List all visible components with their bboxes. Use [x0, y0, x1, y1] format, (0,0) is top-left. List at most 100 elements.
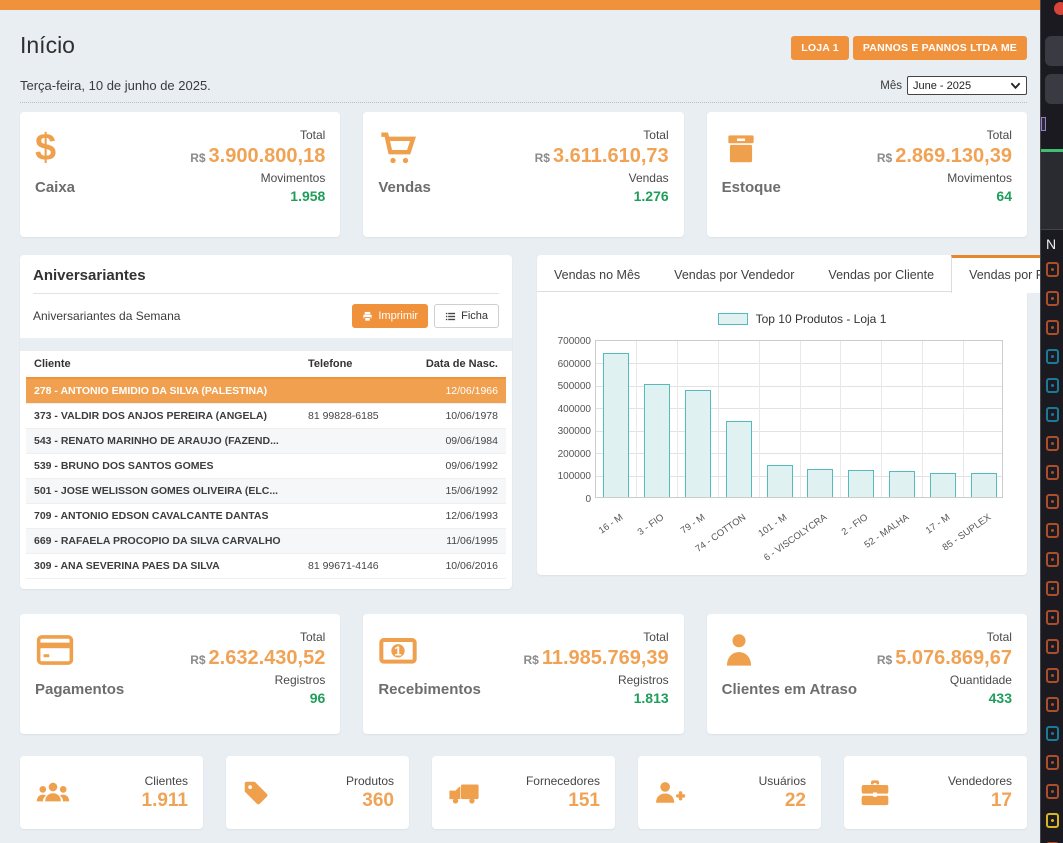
bar-74 - COTTON: [726, 421, 752, 497]
dollar-icon: $: [35, 125, 75, 171]
birthday-row-5[interactable]: 709 - ANTONIO EDSON CAVALCANTE DANTAS12/…: [26, 504, 506, 529]
cell-cliente: 501 - JOSE WELISSON GOMES OLIVEIRA (ELC.…: [34, 485, 308, 497]
gridline: [922, 341, 923, 497]
birthday-row-0[interactable]: 278 - ANTONIO EMIDIO DA SILVA (PALESTINA…: [26, 379, 506, 404]
mini-vendedores-value: 17: [948, 790, 1012, 812]
mini-clientes-value: 1.911: [142, 790, 189, 812]
background-file-icon: [1046, 262, 1059, 277]
tab-vendas-no-mês[interactable]: Vendas no Mês: [537, 255, 657, 291]
store-button[interactable]: LOJA 1: [791, 36, 849, 60]
mini-card-fornecedores: Fornecedores 151: [432, 756, 615, 829]
current-date: Terça-feira, 10 de junho de 2025.: [20, 78, 211, 93]
background-file-icon: [1046, 784, 1059, 799]
background-file-icon: [1046, 610, 1059, 625]
background-file-icon: [1046, 813, 1059, 828]
birthday-row-6[interactable]: 669 - RAFAELA PROCOPIO DA SILVA CARVALHO…: [26, 529, 506, 554]
background-file-icon: [1046, 378, 1059, 393]
x-axis-label: 2 - FIO: [840, 512, 871, 538]
mini-usuarios-value: 22: [759, 790, 806, 812]
background-window-strip[interactable]: N: [1040, 0, 1063, 843]
gridline: [840, 341, 841, 497]
background-file-icon: [1046, 697, 1059, 712]
cell-data-nasc: 09/06/1992: [418, 460, 498, 472]
briefcase-icon: [859, 779, 891, 807]
legend-label: Top 10 Produtos - Loja 1: [756, 312, 887, 326]
legend-swatch: [718, 313, 748, 325]
cell-cliente: 278 - ANTONIO EMIDIO DA SILVA (PALESTINA…: [34, 385, 308, 397]
tab-vendas-por-cliente[interactable]: Vendas por Cliente: [811, 255, 951, 291]
birthday-row-4[interactable]: 501 - JOSE WELISSON GOMES OLIVEIRA (ELC.…: [26, 479, 506, 504]
tag-icon: [241, 778, 271, 808]
card-estoque: Estoque Total R$2.869.130,39 Movimentos …: [707, 112, 1027, 237]
background-file-icon: [1046, 465, 1059, 480]
bar-101 - M: [767, 465, 793, 497]
birthdays-table-header: Cliente Telefone Data de Nasc.: [26, 351, 506, 379]
cell-cliente: 543 - RENATO MARINHO DE ARAUJO (FAZEND..…: [34, 435, 308, 447]
gridline: [677, 341, 678, 497]
birthday-row-3[interactable]: 539 - BRUNO DOS SANTOS GOMES 09/06/1992: [26, 454, 506, 479]
gridline: [881, 341, 882, 497]
vendas-total-value: R$3.611.610,73: [535, 145, 669, 168]
birthday-row-1[interactable]: 373 - VALDIR DOS ANJOS PEREIRA (ANGELA)8…: [26, 404, 506, 429]
gridline: [759, 341, 760, 497]
cell-cliente: 373 - VALDIR DOS ANJOS PEREIRA (ANGELA): [34, 410, 308, 422]
y-axis-tick: 100000: [558, 471, 591, 482]
tab-vendas-por-vendedor[interactable]: Vendas por Vendedor: [657, 255, 811, 291]
company-button[interactable]: PANNOS E PANNOS LTDA ME: [853, 36, 1027, 60]
cell-data-nasc: 12/06/1993: [418, 510, 498, 522]
cell-telefone: 81 99828-6185: [308, 410, 418, 422]
notification-dot: [1054, 2, 1063, 15]
cell-cliente: 309 - ANA SEVERINA PAES DA SILVA: [34, 560, 308, 572]
y-axis-tick: 600000: [558, 359, 591, 370]
credit-card-icon: [35, 627, 124, 673]
birthday-row-2[interactable]: 543 - RENATO MARINHO DE ARAUJO (FAZEND..…: [26, 429, 506, 454]
background-file-icon: [1046, 726, 1059, 741]
cell-cliente: 539 - BRUNO DOS SANTOS GOMES: [34, 460, 308, 472]
cell-data-nasc: 11/06/1995: [418, 535, 498, 547]
background-file-icon: [1046, 494, 1059, 509]
sales-panel: Vendas no MêsVendas por VendedorVendas p…: [537, 255, 1027, 575]
estoque-count-value: 64: [877, 188, 1012, 204]
background-file-icon: [1046, 407, 1059, 422]
card-pagamentos-title: Pagamentos: [35, 681, 124, 698]
clientes-atraso-count-value: 433: [877, 690, 1012, 706]
dotted-divider: [20, 102, 1027, 103]
birthdays-table: Cliente Telefone Data de Nasc. 278 - ANT…: [20, 351, 512, 589]
mini-card-clientes: Clientes 1.911: [20, 756, 203, 829]
bar-2 - FIO: [848, 470, 874, 497]
user-plus-icon: [653, 779, 687, 807]
card-caixa: $ Caixa Total R$3.900.800,18 Movimentos …: [20, 112, 340, 237]
pagamentos-count-label: Registros: [190, 673, 325, 687]
ficha-button[interactable]: Ficha: [434, 304, 499, 328]
chevron-down-icon: [1010, 81, 1021, 90]
gridline: [718, 341, 719, 497]
col-telefone: Telefone: [308, 358, 418, 370]
cell-data-nasc: 15/06/1992: [418, 485, 498, 497]
bar-chart: 0100000200000300000400000500000600000700…: [595, 340, 1003, 498]
background-ui-blob: [1045, 74, 1063, 104]
clientes-atraso-count-label: Quantidade: [877, 673, 1012, 687]
birthday-row-7[interactable]: 309 - ANA SEVERINA PAES DA SILVA81 99671…: [26, 554, 506, 579]
bar-79 - M: [685, 390, 711, 497]
x-axis-label: 52 - MALHA: [862, 512, 911, 551]
money-bill-icon: 1: [378, 627, 481, 673]
pagamentos-total-value: R$2.632.430,52: [190, 647, 325, 670]
total-label: Total: [524, 630, 669, 644]
background-ui-mark: [1041, 117, 1046, 131]
month-select-value: June - 2025: [913, 80, 971, 92]
card-vendas: Vendas Total R$3.611.610,73 Vendas 1.276: [363, 112, 683, 237]
page-title: Início: [20, 32, 75, 59]
cell-data-nasc: 09/06/1984: [418, 435, 498, 447]
recebimentos-count-label: Registros: [524, 673, 669, 687]
pagamentos-count-value: 96: [190, 690, 325, 706]
clientes-atraso-total-value: R$5.076.869,67: [877, 647, 1012, 670]
x-axis-label: 17 - M: [924, 512, 952, 536]
gridline: [636, 341, 637, 497]
card-vendas-title: Vendas: [378, 179, 431, 196]
month-select[interactable]: June - 2025: [907, 76, 1027, 95]
print-button[interactable]: Imprimir: [352, 304, 428, 328]
birthdays-panel: Aniversariantes Aniversariantes da Seman…: [20, 255, 512, 589]
mini-produtos-value: 360: [346, 790, 394, 812]
x-axis-label: 79 - M: [679, 512, 707, 536]
background-file-icon: [1046, 581, 1059, 596]
